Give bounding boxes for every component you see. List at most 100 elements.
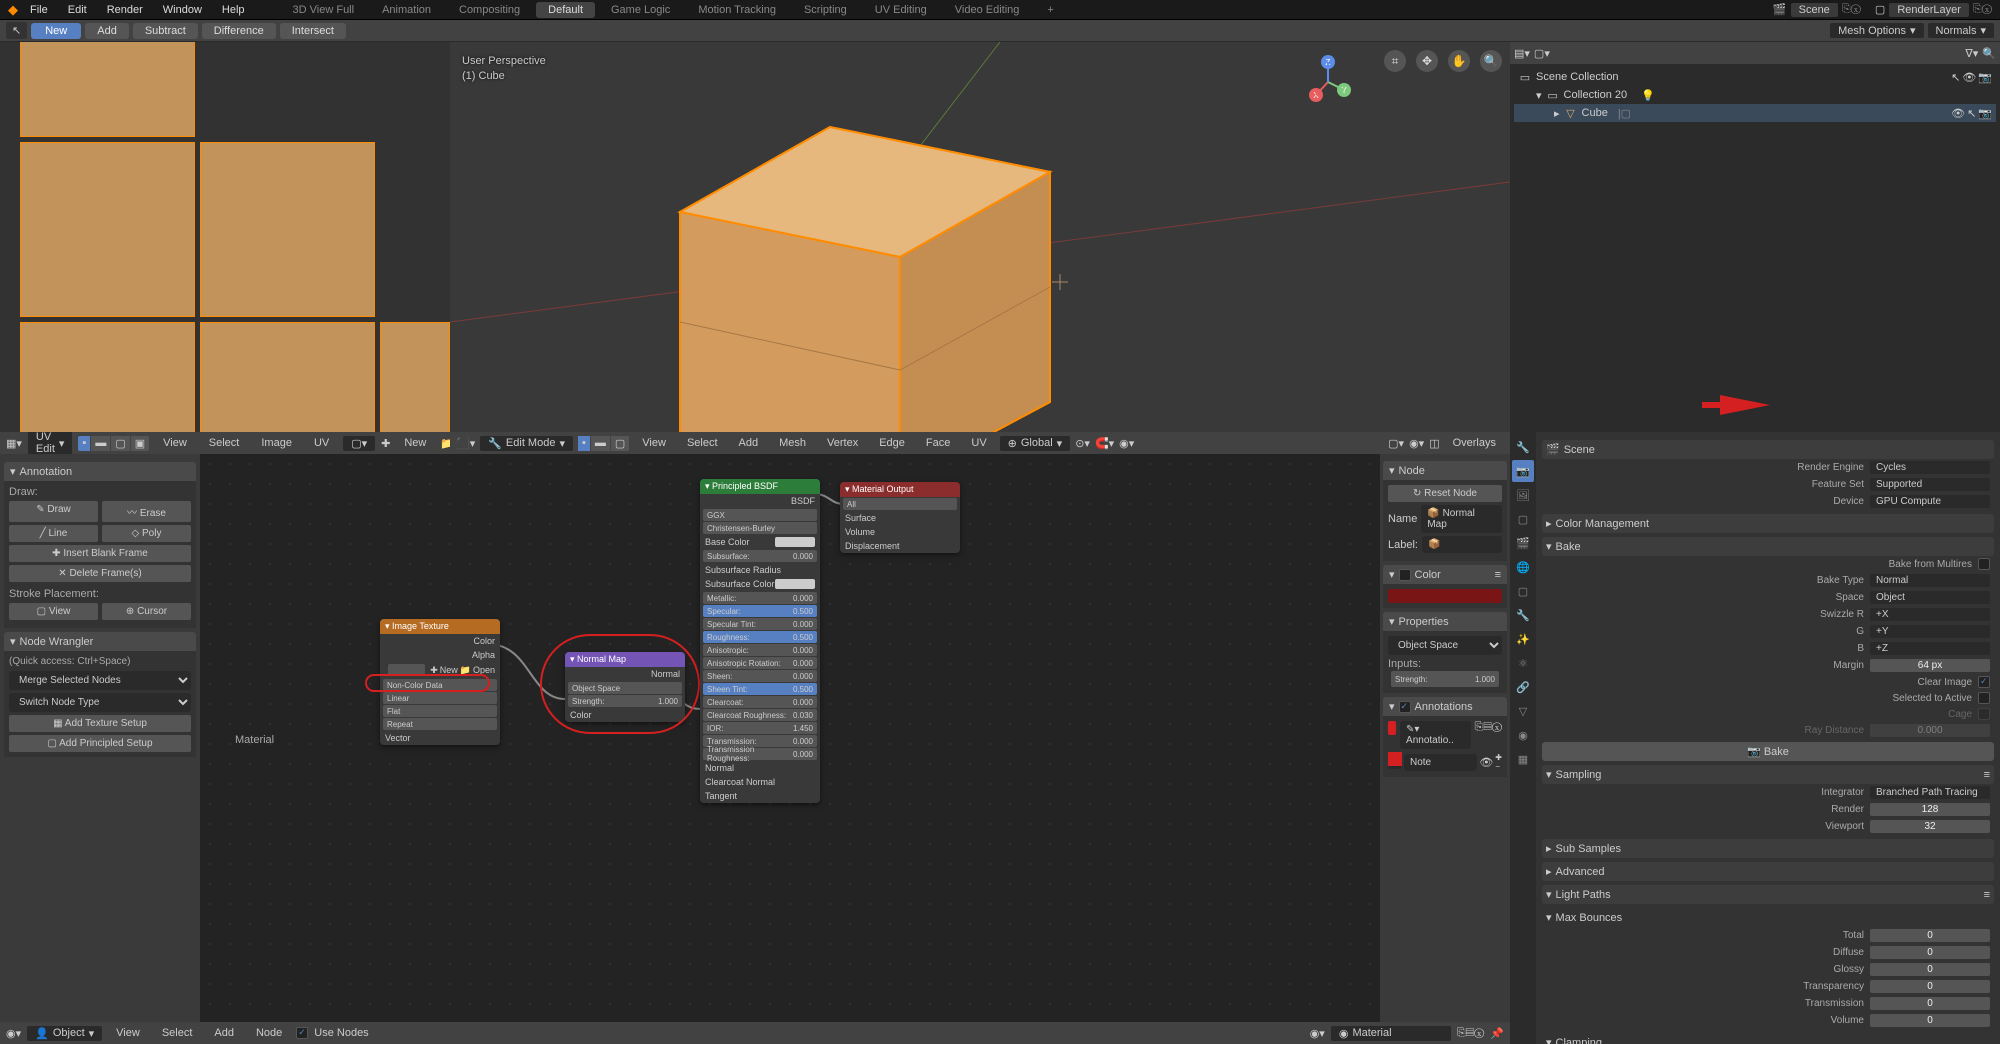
vp-persp-icon[interactable]: 🔍	[1480, 50, 1502, 72]
tab-uvediting[interactable]: UV Editing	[863, 2, 939, 18]
advanced[interactable]: ▸ Advanced	[1542, 862, 1994, 881]
node-image-texture[interactable]: ▾ Image Texture Color Alpha ✚New📁Open No…	[380, 619, 500, 745]
np-annot-hdr[interactable]: ▾ Annotations	[1383, 697, 1507, 716]
mb-glossy[interactable]: 0	[1870, 963, 1990, 976]
btn-add[interactable]: Add	[85, 23, 129, 39]
annot-layer[interactable]: ✎▾ Annotatio..	[1400, 721, 1471, 749]
menu-window[interactable]: Window	[155, 2, 210, 18]
tab-constraints[interactable]: 🔗	[1512, 676, 1534, 698]
uv-mode[interactable]: UV Edit▾	[28, 430, 72, 456]
vp-edge[interactable]: Edge	[871, 436, 913, 450]
tab-3dviewfull[interactable]: 3D View Full	[281, 2, 367, 18]
tab-videoediting[interactable]: Video Editing	[943, 2, 1032, 18]
editor-type-3d-icon[interactable]: ⬛▾	[456, 437, 475, 450]
n-add[interactable]: Add	[206, 1026, 242, 1040]
cursor-tool-icon[interactable]: ↖	[6, 22, 27, 39]
snap-icon[interactable]: 🧲▾	[1095, 437, 1114, 450]
tab-object[interactable]: ▢	[1512, 580, 1534, 602]
device[interactable]: GPU Compute	[1870, 495, 1990, 508]
swizzle-g[interactable]: +Y	[1870, 625, 1990, 638]
plus-icon[interactable]: ✚	[381, 437, 390, 450]
maxbounces[interactable]: ▾ Max Bounces	[1542, 908, 1994, 927]
bake-multires[interactable]	[1978, 558, 1990, 570]
editor-type-icon[interactable]: ▦▾	[6, 437, 22, 450]
bake-margin[interactable]: 64 px	[1870, 659, 1990, 672]
mb-transparency[interactable]: 0	[1870, 980, 1990, 993]
tab-texture[interactable]: ▦	[1512, 748, 1534, 770]
material-field[interactable]: ◉ Material	[1331, 1026, 1451, 1041]
tab-add[interactable]: +	[1035, 2, 1065, 18]
uv-image[interactable]: Image	[253, 436, 300, 450]
switch-node-type[interactable]: Switch Node Type	[9, 693, 191, 712]
node-context[interactable]: 👤 Object ▾	[27, 1026, 102, 1041]
mat-slot-icon[interactable]: ◉▾	[1310, 1027, 1325, 1040]
btn-difference[interactable]: Difference	[202, 23, 276, 39]
pivot-icon[interactable]: ⊙▾	[1075, 437, 1090, 450]
btn-intersect[interactable]: Intersect	[280, 23, 346, 39]
swizzle-r[interactable]: +X	[1870, 608, 1990, 621]
3d-viewport[interactable]: User Perspective (1) Cube X Y Z	[450, 42, 1510, 432]
mat-btns[interactable]: ⎘▤ⓧ	[1457, 1027, 1484, 1040]
delete-frames[interactable]: ✕ Delete Frame(s)	[9, 565, 191, 582]
outliner-display-icon[interactable]: ▢▾	[1534, 47, 1550, 60]
bake-type[interactable]: Normal	[1870, 574, 1990, 587]
tab-modifier[interactable]: 🔧	[1512, 604, 1534, 626]
mesh-options[interactable]: Mesh Options▾	[1830, 23, 1923, 38]
vp-camera-icon[interactable]: ⌗	[1384, 50, 1406, 72]
vp-vertex[interactable]: Vertex	[819, 436, 866, 450]
menu-file[interactable]: File	[22, 2, 56, 18]
overlays-label[interactable]: Overlays	[1445, 436, 1504, 450]
node-material-output[interactable]: ▾ Material Output All Surface Volume Dis…	[840, 482, 960, 553]
search-icon[interactable]: 🔍	[1982, 47, 1996, 60]
scene-collection-row[interactable]: ▭Scene Collection↖👁📷	[1514, 68, 1996, 86]
vp-view[interactable]: View	[634, 436, 674, 450]
bake-panel[interactable]: ▾ Bake	[1542, 537, 1994, 556]
node-imgtex-hdr[interactable]: ▾ Image Texture	[380, 619, 500, 634]
menu-render[interactable]: Render	[99, 2, 151, 18]
nodes-canvas[interactable]: Material ▾ Image Texture Color Alpha ✚Ne…	[200, 454, 1510, 1022]
np-color-hdr[interactable]: ▾ Color ≡	[1383, 565, 1507, 584]
tab-output[interactable]: 🖼	[1512, 484, 1534, 506]
integrator[interactable]: Branched Path Tracing	[1870, 786, 1990, 799]
vp-add[interactable]: Add	[731, 436, 767, 450]
mb-total[interactable]: 0	[1870, 929, 1990, 942]
add-texture-setup[interactable]: ▦ Add Texture Setup	[9, 715, 191, 732]
np-props-hdr[interactable]: ▾ Properties	[1383, 612, 1507, 631]
n-node[interactable]: Node	[248, 1026, 290, 1040]
uv-img-browse[interactable]: ▢▾	[343, 436, 375, 451]
color-management[interactable]: ▸ Color Management	[1542, 514, 1994, 533]
node-pbsdf-hdr[interactable]: ▾ Principled BSDF	[700, 479, 820, 494]
uv-new[interactable]: New	[396, 436, 434, 450]
annot-poly[interactable]: ◇ Poly	[102, 525, 191, 542]
menu-help[interactable]: Help	[214, 2, 253, 18]
outliner-type-icon[interactable]: ▤▾	[1514, 47, 1530, 60]
clamping[interactable]: ▾ Clamping	[1542, 1033, 1994, 1044]
np-space[interactable]: Object Space	[1388, 636, 1502, 655]
rl-btns[interactable]: ⎘ⓧ	[1973, 3, 1992, 16]
tab-animation[interactable]: Animation	[370, 2, 443, 18]
nav-gizmo[interactable]: X Y Z	[1296, 50, 1360, 114]
mb-diffuse[interactable]: 0	[1870, 946, 1990, 959]
tab-render[interactable]: 📷	[1512, 460, 1534, 482]
tab-viewlayer[interactable]: ▢	[1512, 508, 1534, 530]
swizzle-b[interactable]: +Z	[1870, 642, 1990, 655]
node-out-hdr[interactable]: ▾ Material Output	[840, 482, 960, 497]
orientation[interactable]: ⊕ Global ▾	[1000, 436, 1071, 451]
viewport-samples[interactable]: 32	[1870, 820, 1990, 833]
np-strength[interactable]: Strength:1.000	[1391, 671, 1499, 687]
node-name-field[interactable]: 📦 Normal Map	[1421, 505, 1502, 533]
add-principled-setup[interactable]: ▢ Add Principled Setup	[9, 735, 191, 752]
vp-zoom-icon[interactable]: ✥	[1416, 50, 1438, 72]
uv-sel-modes[interactable]: ▪▬▢▣	[78, 436, 149, 451]
sampling-panel[interactable]: ▾ Sampling≡	[1542, 765, 1994, 784]
node-label-field[interactable]: 📦	[1422, 536, 1502, 553]
pin-icon[interactable]: 📌	[1490, 1027, 1504, 1040]
insert-blank-frame[interactable]: ✚ Insert Blank Frame	[9, 545, 191, 562]
tab-world[interactable]: 🌐	[1512, 556, 1534, 578]
vp-uv[interactable]: UV	[963, 436, 994, 450]
btn-new[interactable]: New	[31, 23, 81, 39]
mb-transmission[interactable]: 0	[1870, 997, 1990, 1010]
annotation-panel-hdr[interactable]: ▾ Annotation	[4, 462, 196, 481]
n-select[interactable]: Select	[154, 1026, 201, 1040]
lightpaths[interactable]: ▾ Light Paths≡	[1542, 885, 1994, 904]
